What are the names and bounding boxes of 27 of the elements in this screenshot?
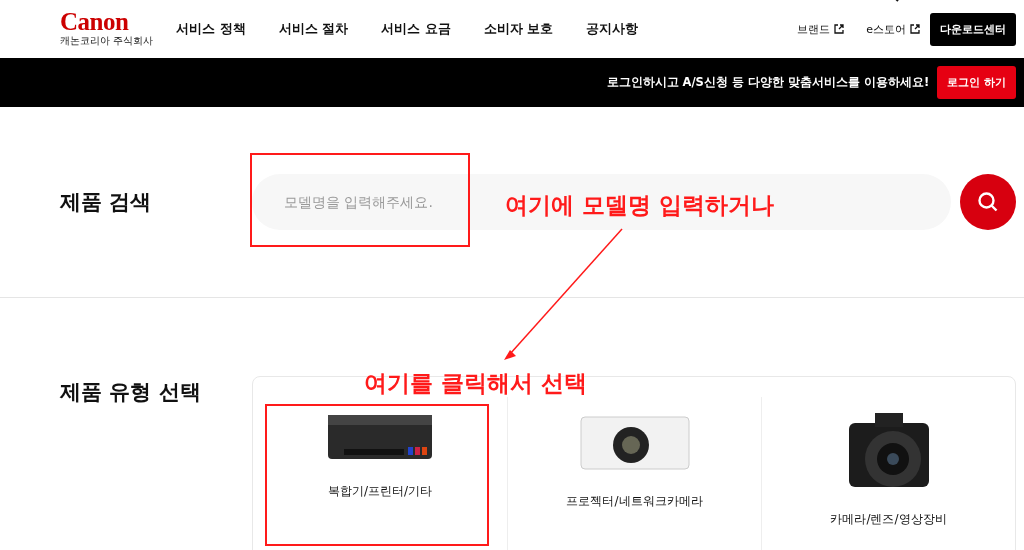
section-title: 제품 유형 선택	[60, 379, 202, 406]
download-center-button[interactable]: 다운로드센터	[930, 12, 1016, 46]
header-link[interactable]: 브랜드	[797, 21, 845, 37]
header-link[interactable]: e스토어	[866, 21, 920, 37]
section-title: 제품 검색	[60, 189, 153, 216]
nav-link[interactable]: 소비자 보호	[483, 20, 554, 38]
external-link-icon	[910, 24, 920, 34]
header-link-label: 브랜드	[797, 21, 831, 37]
login-message: 로그인하시고 A/S신청 등 다양한 맞춤서비스를 이용하세요!	[606, 75, 930, 90]
nav-link[interactable]: 서비스 요금	[381, 20, 451, 38]
annotation-text: 여기에 모델명 입력하거나	[505, 191, 774, 220]
search-button[interactable]	[960, 174, 1016, 230]
product-type-card[interactable]: 프로젝터/네트워크카메라	[507, 397, 761, 550]
annotation-text: 여기를 클릭해서 선택	[364, 369, 587, 398]
logo-subtitle: 캐논코리아 주식회사	[60, 34, 154, 48]
header-link-label: e스토어	[866, 21, 906, 37]
nav-link[interactable]: 서비스 절차	[278, 20, 349, 38]
product-type-label: 프로젝터/네트워크카메라	[566, 493, 703, 510]
nav-link[interactable]: 서비스 정책	[176, 20, 246, 38]
nav-link[interactable]: 공지사항	[586, 20, 639, 38]
product-type-card[interactable]: 카메라/렌즈/영상장비	[761, 397, 1015, 550]
login-button[interactable]: 로그인 하기	[937, 66, 1016, 99]
product-type-card[interactable]: 복합기/프린터/기타	[253, 397, 507, 550]
canon-logo[interactable]: Canon	[60, 10, 129, 33]
product-type-label: 복합기/프린터/기타	[327, 483, 433, 500]
product-type-label: 카메라/렌즈/영상장비	[830, 511, 947, 528]
external-link-icon	[834, 24, 845, 34]
